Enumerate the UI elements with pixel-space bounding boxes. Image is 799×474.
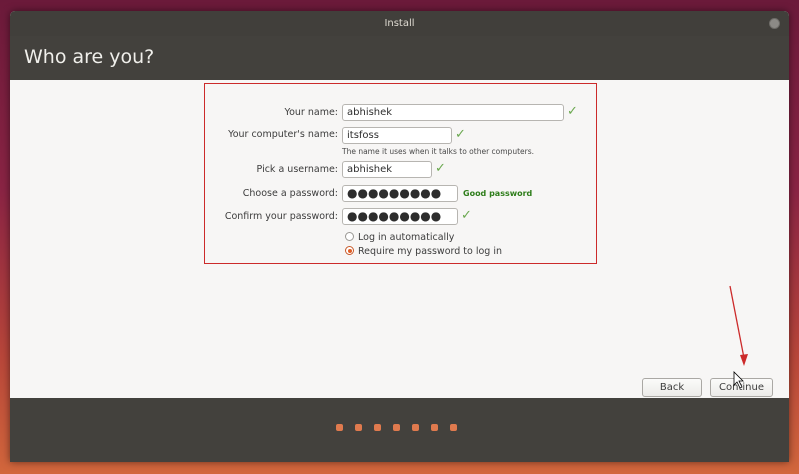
radio-icon[interactable] — [345, 232, 354, 241]
login-automatically-option[interactable]: Log in automatically — [345, 231, 454, 244]
progress-dot — [374, 424, 381, 431]
progress-dot — [393, 424, 400, 431]
title-bar: Install — [10, 11, 789, 36]
page-title: Who are you? — [24, 46, 155, 68]
progress-dot — [431, 424, 438, 431]
computer-name-hint: The name it uses when it talks to other … — [342, 147, 535, 156]
progress-dot — [412, 424, 419, 431]
your-name-input[interactable]: abhishek — [342, 104, 564, 121]
check-icon: ✓ — [435, 161, 446, 176]
login-automatically-label: Log in automatically — [358, 232, 455, 243]
computer-name-label: Your computer's name: — [228, 129, 338, 140]
username-label: Pick a username: — [256, 164, 338, 175]
continue-button[interactable]: Continue — [710, 378, 773, 397]
confirm-password-input[interactable]: ●●●●●●●●● — [342, 208, 458, 225]
installer-window: Install Who are you? Your name: abhishek… — [10, 11, 789, 462]
radio-icon[interactable] — [345, 246, 354, 255]
page-header: Who are you? — [10, 36, 789, 80]
progress-dots — [336, 424, 457, 431]
username-input[interactable]: abhishek — [342, 161, 432, 178]
progress-footer — [10, 398, 789, 462]
check-icon: ✓ — [567, 104, 578, 119]
your-name-label: Your name: — [284, 107, 338, 118]
check-icon: ✓ — [455, 127, 466, 142]
close-icon[interactable] — [769, 18, 780, 29]
require-password-option[interactable]: Require my password to log in — [345, 245, 502, 258]
check-icon: ✓ — [461, 208, 472, 223]
window-title: Install — [384, 18, 415, 29]
progress-dot — [450, 424, 457, 431]
password-strength: Good password — [463, 189, 533, 198]
computer-name-input[interactable]: itsfoss — [342, 127, 452, 144]
password-label: Choose a password: — [242, 188, 338, 199]
password-input[interactable]: ●●●●●●●●● — [342, 185, 458, 202]
form-area: Your name: abhishek ✓ Your computer's na… — [10, 80, 789, 398]
back-button[interactable]: Back — [642, 378, 702, 397]
require-password-label: Require my password to log in — [358, 246, 503, 257]
confirm-password-label: Confirm your password: — [224, 211, 338, 222]
progress-dot — [336, 424, 343, 431]
progress-dot — [355, 424, 362, 431]
